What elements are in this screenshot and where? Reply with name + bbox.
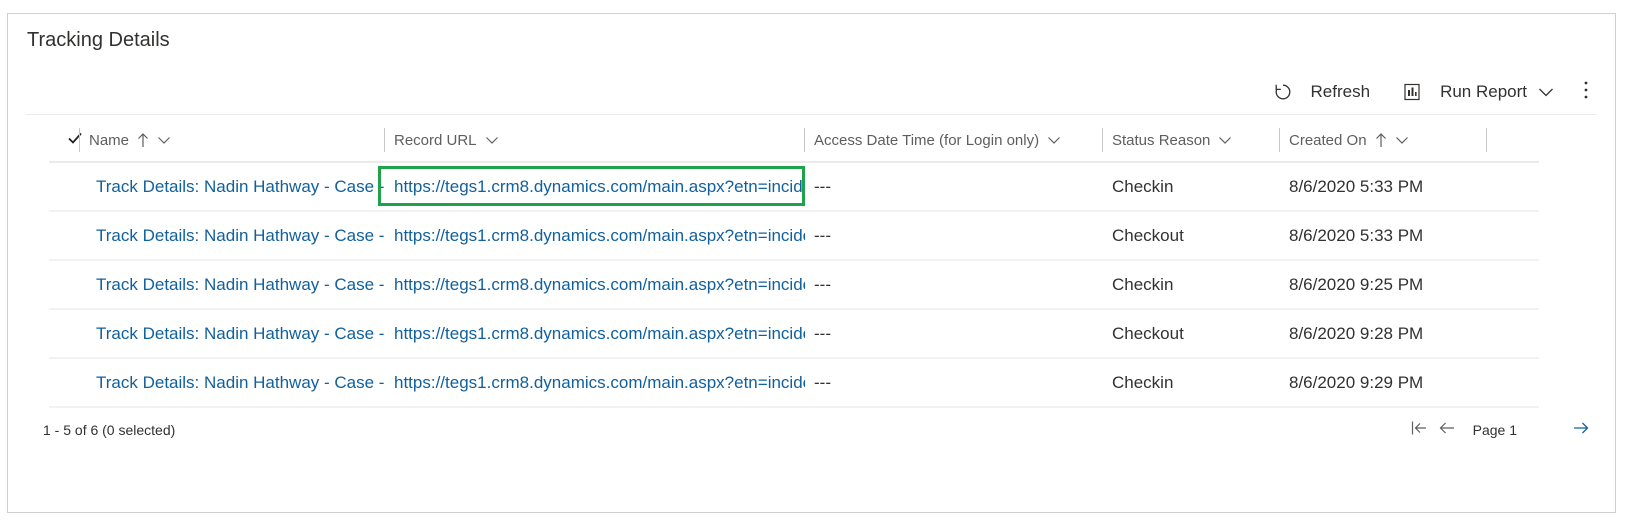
page-label: Page 1 xyxy=(1472,422,1517,438)
column-header-label: Record URL xyxy=(394,131,477,149)
arrow-right-icon xyxy=(1572,419,1590,442)
name-cell[interactable]: Track Details: Nadin Hathway - Case - r xyxy=(87,212,385,259)
name-cell[interactable]: Track Details: Nadin Hathway - Case - r xyxy=(87,310,385,357)
status-reason-cell: Checkin xyxy=(1112,274,1174,294)
table-row[interactable]: Track Details: Nadin Hathway - Case - r … xyxy=(49,212,1539,261)
column-header-label: Access Date Time (for Login only) xyxy=(814,131,1040,149)
sort-ascending-icon xyxy=(137,132,149,148)
created-on-cell: 8/6/2020 9:29 PM xyxy=(1289,372,1424,392)
chevron-down-icon xyxy=(485,133,499,147)
record-url-cell[interactable]: https://tegs1.crm8.dynamics.com/main.asp… xyxy=(385,212,805,259)
record-url-cell[interactable]: https://tegs1.crm8.dynamics.com/main.asp… xyxy=(385,359,805,406)
name-cell[interactable]: Track Details: Nadin Hathway - Case - r xyxy=(87,359,385,406)
created-on-cell: 8/6/2020 5:33 PM xyxy=(1289,176,1424,196)
row-select[interactable] xyxy=(57,261,87,308)
tracking-details-panel: Tracking Details Refresh Run Report Name… xyxy=(7,13,1616,513)
refresh-icon xyxy=(1273,82,1293,102)
panel-title: Tracking Details xyxy=(27,29,170,51)
arrow-left-icon xyxy=(1438,419,1456,442)
run-report-label: Run Report xyxy=(1440,82,1527,101)
created-on-cell: 8/6/2020 9:28 PM xyxy=(1289,323,1424,343)
record-url-cell[interactable]: https://tegs1.crm8.dynamics.com/main.asp… xyxy=(385,261,805,308)
column-header-created-on[interactable]: Created On xyxy=(1280,119,1486,161)
record-url-cell[interactable]: https://tegs1.crm8.dynamics.com/main.asp… xyxy=(385,163,805,210)
column-header-label: Created On xyxy=(1289,131,1367,149)
column-divider xyxy=(1486,128,1487,152)
access-date-cell: --- xyxy=(814,372,831,392)
refresh-button[interactable]: Refresh xyxy=(1265,76,1379,108)
status-reason-cell: Checkin xyxy=(1112,372,1174,392)
command-bar: Refresh Run Report xyxy=(1265,76,1601,108)
more-vertical-icon xyxy=(1583,80,1589,105)
first-page-icon xyxy=(1410,419,1428,442)
access-date-cell: --- xyxy=(814,323,831,343)
status-reason-cell: Checkout xyxy=(1112,323,1184,343)
sort-ascending-icon xyxy=(1375,132,1387,148)
chevron-down-icon xyxy=(1395,133,1409,147)
table-row[interactable]: Track Details: Nadin Hathway - Case - r … xyxy=(49,163,1539,212)
row-select[interactable] xyxy=(57,359,87,406)
toolbar-divider xyxy=(26,114,1596,115)
name-cell[interactable]: Track Details: Nadin Hathway - Case - r xyxy=(87,261,385,308)
row-select[interactable] xyxy=(57,310,87,357)
pagination: Page 1 xyxy=(1405,416,1595,444)
table-row[interactable]: Track Details: Nadin Hathway - Case - r … xyxy=(49,359,1539,408)
status-reason-cell: Checkin xyxy=(1112,176,1174,196)
chevron-down-icon xyxy=(1218,133,1232,147)
column-header-label: Status Reason xyxy=(1112,131,1211,149)
next-page-button[interactable] xyxy=(1567,416,1595,444)
refresh-label: Refresh xyxy=(1310,82,1371,101)
column-header-status-reason[interactable]: Status Reason xyxy=(1103,119,1280,161)
name-cell[interactable]: Track Details: Nadin Hathway - Case - r xyxy=(87,163,385,210)
tracking-grid: Name Record URL Access Date Time (for Lo… xyxy=(49,119,1539,408)
created-on-cell: 8/6/2020 5:33 PM xyxy=(1289,225,1424,245)
report-icon xyxy=(1402,82,1422,102)
column-header-access-date-time[interactable]: Access Date Time (for Login only) xyxy=(805,119,1103,161)
access-date-cell: --- xyxy=(814,176,831,196)
status-reason-cell: Checkout xyxy=(1112,225,1184,245)
column-header-label: Name xyxy=(89,131,130,149)
column-header-name[interactable]: Name xyxy=(80,119,378,161)
chevron-down-icon xyxy=(1047,133,1061,147)
grid-header: Name Record URL Access Date Time (for Lo… xyxy=(49,119,1539,163)
chevron-down-icon xyxy=(1537,83,1555,101)
created-on-cell: 8/6/2020 9:25 PM xyxy=(1289,274,1424,294)
chevron-down-icon xyxy=(157,133,171,147)
more-commands-button[interactable] xyxy=(1571,76,1601,108)
column-header-record-url[interactable]: Record URL xyxy=(385,119,805,161)
row-select[interactable] xyxy=(57,163,87,210)
first-page-button[interactable] xyxy=(1405,416,1433,444)
table-row[interactable]: Track Details: Nadin Hathway - Case - r … xyxy=(49,310,1539,359)
row-select[interactable] xyxy=(57,212,87,259)
previous-page-button[interactable] xyxy=(1433,416,1461,444)
access-date-cell: --- xyxy=(814,274,831,294)
run-report-button[interactable]: Run Report xyxy=(1394,76,1563,108)
record-count: 1 - 5 of 6 (0 selected) xyxy=(43,422,176,438)
access-date-cell: --- xyxy=(814,225,831,245)
record-url-cell[interactable]: https://tegs1.crm8.dynamics.com/main.asp… xyxy=(385,310,805,357)
table-row[interactable]: Track Details: Nadin Hathway - Case - r … xyxy=(49,261,1539,310)
